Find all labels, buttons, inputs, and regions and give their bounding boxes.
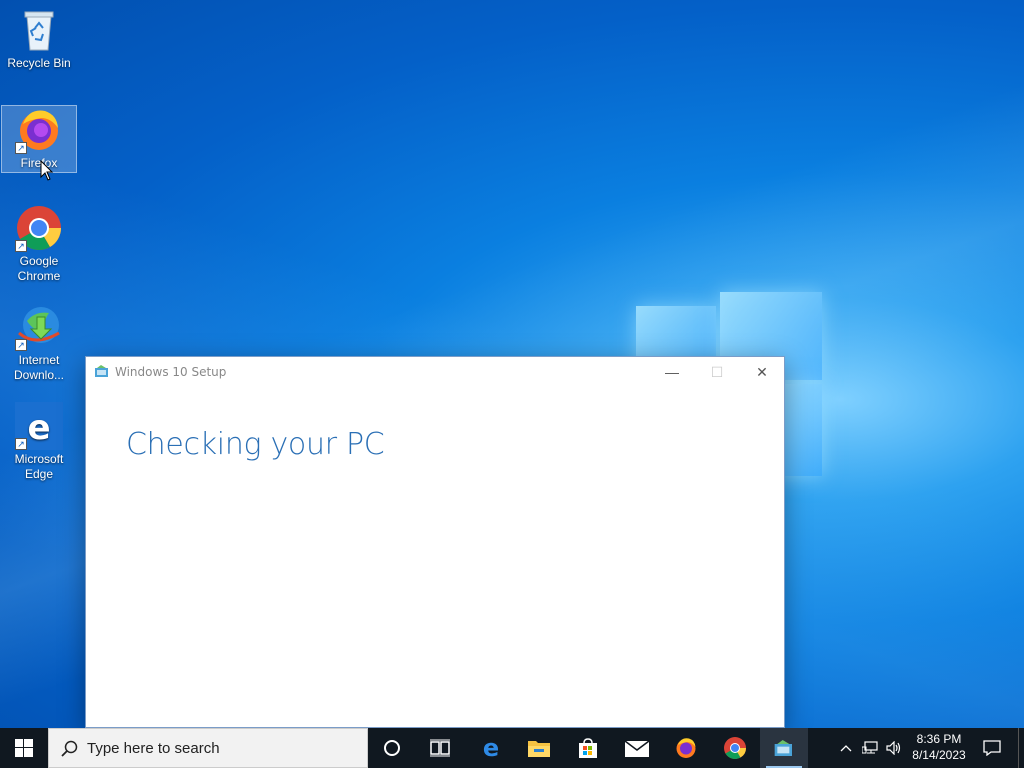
search-icon (61, 740, 78, 757)
windows-setup-icon (95, 364, 109, 377)
firefox-icon: ↗ (15, 106, 63, 154)
chrome-icon (724, 737, 746, 759)
desktop-icon-label: Recycle Bin (7, 56, 71, 70)
network-button[interactable] (858, 728, 882, 768)
notification-icon (983, 740, 1001, 756)
desktop-icon-internet-download-manager[interactable]: ↗ Internet Downlo... (1, 303, 77, 387)
windows-start-icon (15, 739, 33, 757)
desktop-icon-recycle-bin[interactable]: Recycle Bin (1, 6, 77, 76)
file-explorer-icon (528, 741, 550, 757)
svg-text:e: e (483, 737, 499, 759)
network-icon (862, 741, 878, 754)
chrome-icon: ↗ (15, 204, 63, 252)
store-icon (579, 738, 597, 758)
search-placeholder: Type here to search (87, 739, 220, 757)
svg-text:e: e (27, 408, 50, 448)
volume-button[interactable] (882, 728, 906, 768)
task-view-button[interactable] (416, 728, 464, 768)
start-button[interactable] (0, 728, 48, 768)
recycle-bin-icon (15, 6, 63, 54)
shortcut-arrow-icon: ↗ (15, 142, 27, 154)
taskbar-firefox-button[interactable] (662, 728, 710, 768)
desktop-icon-firefox[interactable]: ↗ Firefox (1, 105, 77, 173)
cortana-button[interactable] (368, 728, 416, 768)
desktop-icon-chrome[interactable]: ↗ Google Chrome (1, 204, 77, 288)
taskbar-search-box[interactable]: Type here to search (48, 728, 368, 768)
clock-time: 8:36 PM (916, 732, 962, 746)
edge-icon: e ↗ (15, 402, 63, 450)
chevron-up-icon (840, 745, 852, 752)
windows-setup-window[interactable]: Windows 10 Setup — ☐ ✕ Checking your PC (85, 356, 785, 728)
cortana-icon (384, 740, 400, 756)
close-button[interactable]: ✕ (739, 357, 785, 387)
taskbar-chrome-button[interactable] (711, 728, 759, 768)
desktop-icon-edge[interactable]: e ↗ Microsoft Edge (1, 402, 77, 486)
shortcut-arrow-icon: ↗ (15, 339, 27, 351)
show-desktop-button[interactable] (1018, 728, 1024, 768)
desktop-icon-label: Google Chrome (17, 254, 61, 283)
taskbar-windows-setup-button[interactable] (760, 728, 808, 768)
internet-download-manager-icon: ↗ (15, 303, 63, 351)
taskbar-clock[interactable]: 8:36 PM 8/14/2023 (908, 732, 970, 762)
action-center-button[interactable] (974, 728, 1010, 768)
speaker-icon (886, 741, 901, 755)
edge-icon: e (483, 737, 499, 759)
setup-title-bar[interactable]: Windows 10 Setup — ☐ ✕ (86, 357, 784, 387)
mail-icon (625, 740, 649, 757)
taskbar: Type here to search e 8:36 PM 8/14/2023 (0, 728, 1024, 768)
firefox-icon (676, 738, 696, 758)
clock-date: 8/14/2023 (912, 748, 966, 762)
setup-heading: Checking your PC (126, 427, 385, 462)
setup-window-title: Windows 10 Setup (115, 365, 227, 379)
taskbar-store-button[interactable] (564, 728, 612, 768)
desktop-icon-label: Firefox (20, 156, 58, 170)
taskbar-mail-button[interactable] (613, 728, 661, 768)
maximize-button[interactable]: ☐ (694, 357, 740, 387)
desktop-icon-label: Internet Downlo... (13, 353, 65, 382)
taskbar-edge-button[interactable]: e (467, 728, 515, 768)
show-hidden-icons-button[interactable] (834, 728, 858, 768)
shortcut-arrow-icon: ↗ (15, 438, 27, 450)
mouse-cursor-icon (40, 159, 54, 187)
desktop-icon-label: Microsoft Edge (14, 452, 64, 481)
task-view-icon (430, 739, 450, 757)
windows-setup-icon (774, 740, 792, 756)
taskbar-file-explorer-button[interactable] (515, 728, 563, 768)
shortcut-arrow-icon: ↗ (15, 240, 27, 252)
minimize-button[interactable]: — (649, 357, 695, 387)
